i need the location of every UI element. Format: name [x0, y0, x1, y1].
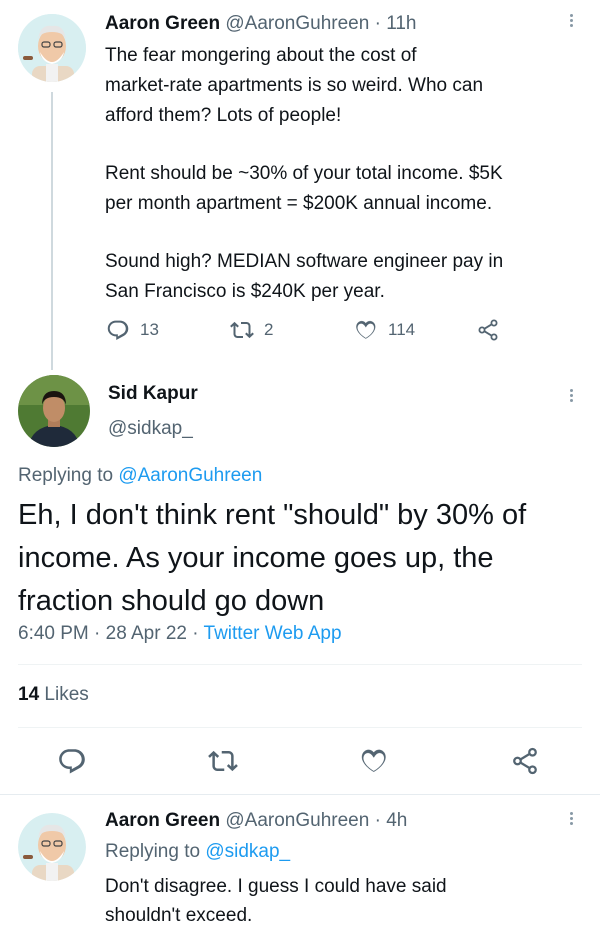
tweet1-like-button[interactable]: 114 — [354, 318, 415, 342]
main-tweet-source-link[interactable]: Twitter Web App — [204, 623, 342, 644]
tweet1-reply-count: 13 — [140, 320, 159, 339]
reply-tweet-replying-to: Replying to @sidkap_ — [105, 841, 290, 863]
main-tweet-text: Eh, I don't think rent "should" by 30% o… — [18, 494, 526, 623]
tweet1-text-line: afford them? Lots of people! — [105, 105, 342, 126]
main-tweet-metadata: 6:40 PM · 28 Apr 22 · Twitter Web App — [18, 623, 342, 645]
more-vertical-icon[interactable] — [566, 812, 576, 827]
tweet1-like-count: 114 — [388, 320, 416, 339]
replying-to-label: Replying to — [18, 465, 119, 486]
reply-tweet-text: Don't disagree. I guess I could have sai… — [105, 872, 447, 930]
main-tweet-likes-count: 14 — [18, 684, 40, 705]
section-separator — [0, 794, 600, 795]
main-tweet-reply-button[interactable] — [57, 746, 87, 781]
reply-tweet-handle-time[interactable]: @AaronGuhreen · 4h — [225, 810, 407, 831]
reply-tweet-header: Aaron Green @AaronGuhreen · 4h — [105, 808, 407, 834]
tweet1-retweet-count: 2 — [264, 320, 274, 339]
divider — [18, 727, 582, 728]
main-tweet-share-button[interactable] — [510, 746, 540, 781]
main-tweet-text-line: Eh, I don't think rent "should" by 30% o… — [18, 499, 527, 531]
main-tweet-likes-label: Likes — [39, 684, 89, 705]
tweet1-text-line: per month apartment = $200K annual incom… — [105, 193, 493, 214]
tweet1-text-line: The fear mongering about the cost of — [105, 45, 417, 66]
share-icon — [513, 747, 537, 775]
heart-icon — [361, 749, 386, 772]
more-vertical-icon[interactable] — [566, 14, 576, 29]
tweet1-text: The fear mongering about the cost of mar… — [105, 41, 503, 307]
more-vertical-icon[interactable] — [566, 389, 576, 404]
tweet1-text-line: San Francisco is $240K per year. — [105, 281, 385, 302]
main-tweet-retweet-button[interactable] — [208, 746, 238, 781]
tweet1-text-line: market-rate apartments is so weird. Who … — [105, 75, 484, 96]
divider — [18, 664, 582, 665]
reply-icon — [107, 320, 129, 340]
tweet1-header: Aaron Green @AaronGuhreen · 11h — [105, 11, 416, 37]
main-tweet-replying-to: Replying to @AaronGuhreen — [18, 465, 262, 487]
reply-icon — [59, 749, 85, 774]
tweet1-reply-button[interactable]: 13 — [106, 318, 159, 342]
replying-to-handle-link[interactable]: @AaronGuhreen — [118, 465, 262, 486]
avatar-sid-kapur[interactable] — [18, 375, 90, 447]
avatar-aaron-green[interactable] — [18, 14, 86, 82]
reply-tweet-text-line: shouldn't exceed. — [105, 905, 253, 926]
tweet1-text-line — [105, 219, 503, 247]
share-icon — [478, 319, 498, 341]
main-tweet-like-button[interactable] — [359, 746, 389, 781]
tweet1-text-line — [105, 131, 503, 159]
replying-to-handle-link[interactable]: @sidkap_ — [205, 841, 290, 862]
main-tweet-likes-summary[interactable]: 14 Likes — [18, 684, 89, 706]
reply-tweet-author-name[interactable]: Aaron Green — [105, 810, 220, 831]
reply-tweet-text-line: Don't disagree. I guess I could have sai… — [105, 876, 447, 897]
retweet-icon — [208, 750, 238, 772]
tweet1-handle-time[interactable]: @AaronGuhreen · 11h — [225, 13, 416, 34]
tweet1-text-line: Sound high? MEDIAN software engineer pay… — [105, 251, 504, 272]
retweet-icon — [230, 321, 254, 339]
main-tweet-timestamp[interactable]: 6:40 PM · 28 Apr 22 · — [18, 623, 204, 644]
avatar-aaron-green[interactable] — [18, 813, 86, 881]
thread-connector-line — [51, 92, 53, 370]
replying-to-label: Replying to — [105, 841, 206, 862]
tweet1-share-button[interactable] — [476, 318, 510, 342]
main-tweet-author-name[interactable]: Sid Kapur — [108, 383, 198, 405]
tweet1-author-name[interactable]: Aaron Green — [105, 13, 220, 34]
main-tweet-handle[interactable]: @sidkap_ — [108, 418, 193, 440]
main-tweet-text-line: fraction should go down — [18, 585, 325, 617]
main-tweet-text-line: income. As your income goes up, the — [18, 542, 494, 574]
tweet1-text-line: Rent should be ~30% of your total income… — [105, 163, 503, 184]
heart-icon — [356, 320, 376, 339]
tweet1-retweet-button[interactable]: 2 — [230, 318, 273, 342]
